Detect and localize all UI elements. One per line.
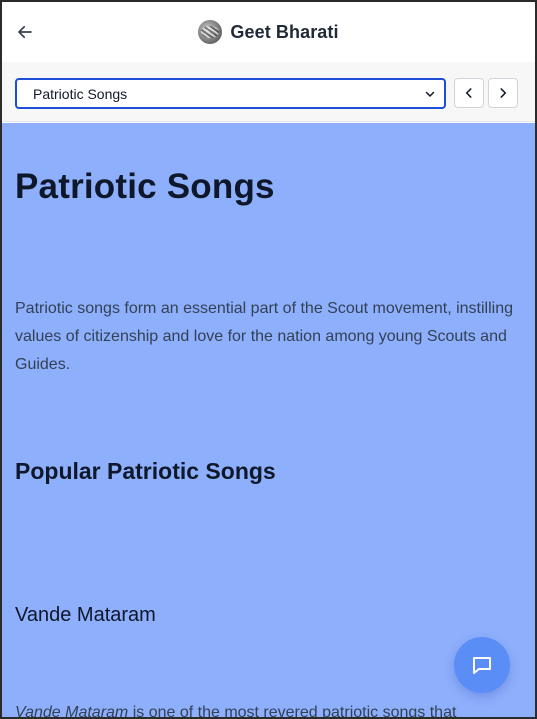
song-heading: Vande Mataram (15, 604, 156, 626)
chevron-down-icon (424, 88, 436, 100)
chevron-right-icon (500, 88, 507, 98)
page-title: Patriotic Songs (15, 167, 275, 206)
app-header: Geet Bharati (2, 2, 535, 62)
song-description-text: is one of the most revered patriotic son… (128, 704, 457, 719)
song-description: Vande Mataram is one of the most revered… (15, 703, 515, 719)
song-name-emphasis: Vande Mataram (15, 704, 129, 719)
next-category-button[interactable] (488, 78, 518, 108)
intro-paragraph: Patriotic songs form an essential part o… (15, 300, 514, 373)
previous-category-button[interactable] (454, 78, 484, 108)
category-toolbar: Patriotic Songs (2, 62, 535, 122)
category-select[interactable]: Patriotic Songs (15, 78, 446, 109)
app-window: Geet Bharati Patriotic Songs Patriotic S… (0, 0, 537, 719)
brand: Geet Bharati (2, 2, 535, 62)
chat-button[interactable] (454, 637, 510, 693)
app-logo-icon (198, 20, 223, 44)
category-select-value: Patriotic Songs (33, 85, 128, 102)
back-button[interactable] (14, 21, 36, 43)
section-heading: Popular Patriotic Songs (15, 458, 276, 484)
arrow-left-icon (18, 25, 32, 39)
app-title: Geet Bharati (230, 21, 339, 42)
article-content: Patriotic Songs Patriotic songs form an … (2, 123, 535, 719)
chat-bubble-icon (473, 657, 491, 674)
chevron-left-icon (465, 88, 472, 98)
